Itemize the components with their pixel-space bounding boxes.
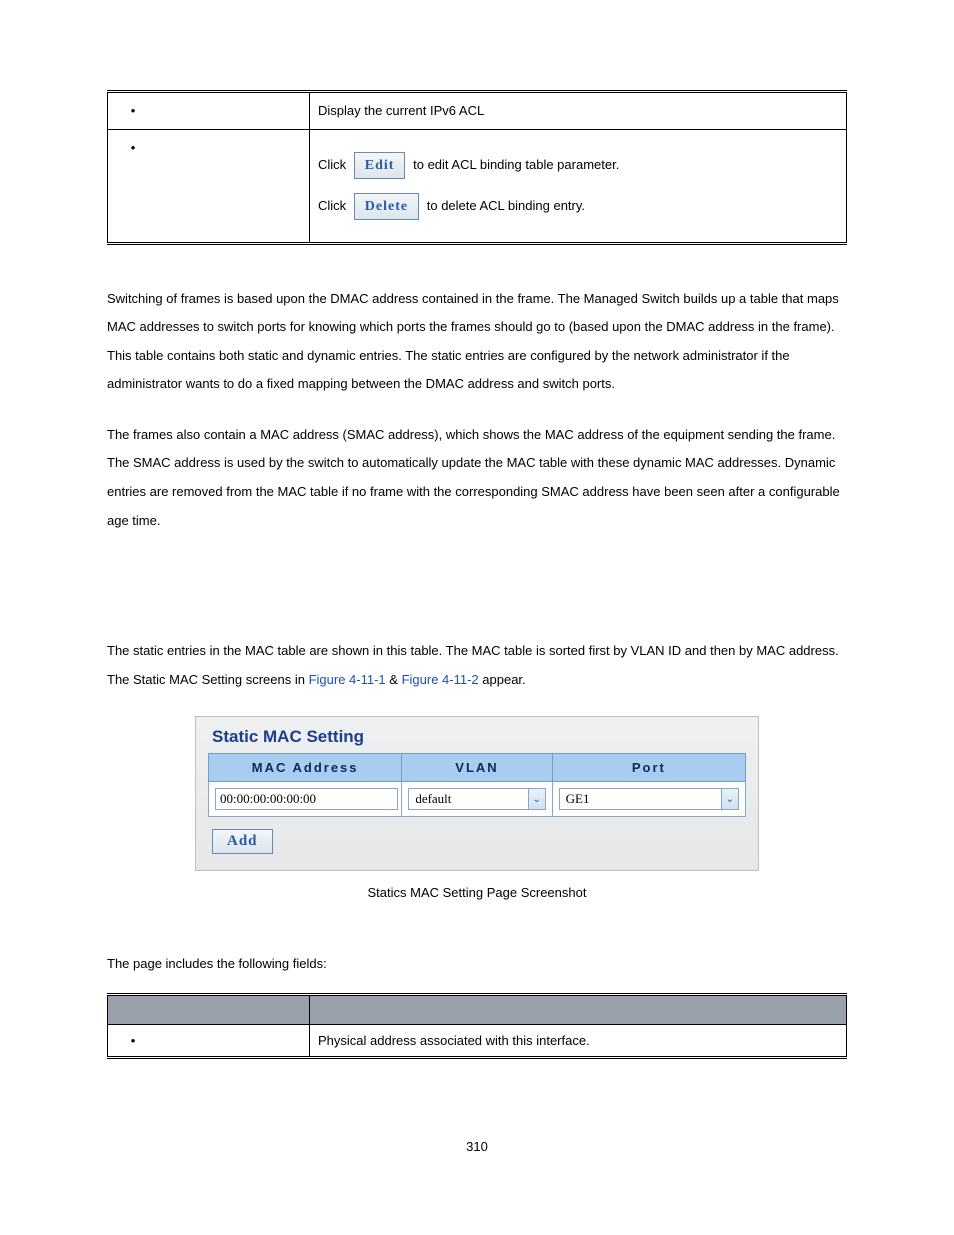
- amp-text: &: [386, 672, 402, 687]
- col-port-header: Port: [552, 754, 745, 782]
- figure-link-1[interactable]: Figure 4-11-1: [309, 672, 386, 687]
- after-delete-text: to delete ACL binding entry.: [427, 197, 585, 212]
- figure-link-2[interactable]: Figure 4-11-2: [402, 672, 479, 687]
- para3-text-b: appear.: [479, 672, 526, 687]
- vlan-select-value: default: [409, 791, 527, 807]
- paragraph-3: The static entries in the MAC table are …: [107, 637, 847, 694]
- fields-header-right: [310, 995, 847, 1025]
- fields-table: • Physical address associated with this …: [107, 993, 847, 1059]
- edit-button[interactable]: Edit: [354, 152, 406, 179]
- click-label: Click: [318, 156, 346, 171]
- col-mac-header: MAC Address: [209, 754, 402, 782]
- delete-button[interactable]: Delete: [354, 193, 419, 220]
- col-vlan-header: VLAN: [402, 754, 552, 782]
- fields-row1-right: Physical address associated with this in…: [310, 1025, 847, 1058]
- fields-intro: The page includes the following fields:: [107, 950, 847, 979]
- page-number: 310: [107, 1139, 847, 1154]
- after-edit-text: to edit ACL binding table parameter.: [413, 156, 619, 171]
- paragraph-1: Switching of frames is based upon the DM…: [107, 285, 847, 399]
- static-mac-table: MAC Address VLAN Port default ⌄ GE1: [208, 753, 746, 817]
- desc-row2-right: Click Edit to edit ACL binding table par…: [310, 129, 847, 243]
- mac-address-input[interactable]: [215, 788, 398, 810]
- fields-header-left: [108, 995, 310, 1025]
- static-mac-setting-panel: Static MAC Setting MAC Address VLAN Port…: [195, 716, 759, 871]
- acl-description-table: • Display the current IPv6 ACL • Click E…: [107, 90, 847, 245]
- figure-caption: Statics MAC Setting Page Screenshot: [107, 885, 847, 900]
- panel-title: Static MAC Setting: [212, 727, 746, 747]
- bullet-icon: •: [126, 1033, 140, 1048]
- bullet-icon: •: [126, 101, 140, 121]
- chevron-down-icon: ⌄: [528, 789, 545, 809]
- port-select-value: GE1: [560, 791, 721, 807]
- add-button[interactable]: Add: [212, 829, 273, 854]
- chevron-down-icon: ⌄: [721, 789, 738, 809]
- port-select[interactable]: GE1 ⌄: [559, 788, 739, 810]
- desc-row1-right: Display the current IPv6 ACL: [310, 92, 847, 130]
- vlan-cell: default ⌄: [402, 782, 552, 817]
- click-label: Click: [318, 197, 346, 212]
- paragraph-2: The frames also contain a MAC address (S…: [107, 421, 847, 535]
- vlan-select[interactable]: default ⌄: [408, 788, 545, 810]
- desc-row1-left: •: [108, 92, 310, 130]
- desc-row2-left: •: [108, 129, 310, 243]
- port-cell: GE1 ⌄: [552, 782, 745, 817]
- fields-row1-left: •: [108, 1025, 310, 1058]
- mac-cell: [209, 782, 402, 817]
- bullet-icon: •: [126, 138, 140, 158]
